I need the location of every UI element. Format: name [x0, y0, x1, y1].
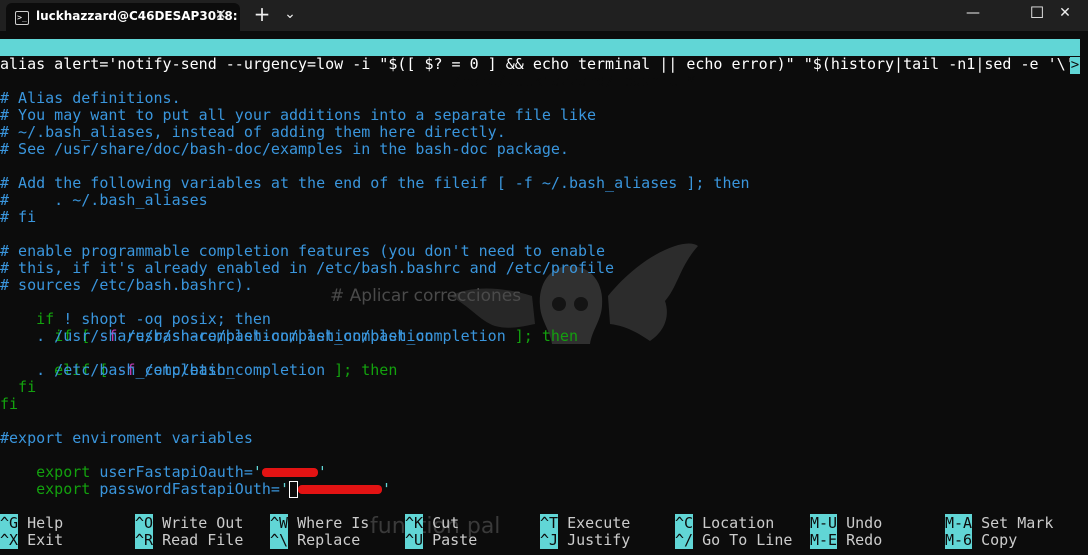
code-line: elif [ -f /etc/bash_completion ]; then	[0, 345, 397, 379]
tab-close-icon[interactable]: ✕	[215, 7, 227, 23]
window-title-bar: >_ luckhazzard@C46DESAP3018: ✕ + ⌄ — ☐ ✕	[0, 0, 1088, 31]
code-line: export passwordFastapiOuth=' '	[0, 464, 391, 498]
code-line: fi	[0, 395, 19, 413]
shortcut-exit[interactable]: ^X Exit	[0, 531, 63, 549]
minimize-button[interactable]: —	[950, 0, 996, 31]
terminal-area[interactable]: # Aplicar correcciones function pal GNU …	[0, 31, 1088, 555]
quote: '	[382, 480, 392, 498]
line-overflow-marker: >	[1070, 57, 1080, 74]
code-line: # fi	[0, 208, 37, 226]
shortcut-execute[interactable]: ^T Execute	[540, 514, 630, 532]
close-window-button[interactable]: ✕	[1042, 0, 1088, 31]
shortcut-copy[interactable]: M-6 Copy	[945, 531, 1017, 549]
code-line: #export enviroment variables	[0, 429, 253, 447]
quote: '	[279, 480, 289, 498]
code-line: # ~/.bash_aliases, instead of adding the…	[0, 123, 506, 141]
code-line: # See /usr/share/doc/bash-doc/examples i…	[0, 140, 569, 158]
shortcut-location[interactable]: ^C Location	[675, 514, 774, 532]
terminal-tab[interactable]: >_ luckhazzard@C46DESAP3018: ✕	[6, 3, 240, 31]
tab-title: luckhazzard@C46DESAP3018:	[36, 9, 238, 23]
watermark-text: # Aplicar correcciones	[330, 286, 522, 306]
shortcut-go-to-line[interactable]: ^/ Go To Line	[675, 531, 792, 549]
variable-name: passwordFastapiOuth=	[90, 480, 280, 498]
tab-dropdown-icon[interactable]: ⌄	[280, 0, 300, 31]
code-line: # this, if it's already enabled in /etc/…	[0, 259, 615, 277]
code-line: alias alert='notify-send --urgency=low -…	[0, 55, 1084, 73]
shortcut-cut[interactable]: ^K Cut	[405, 514, 459, 532]
code-line: # You may want to put all your additions…	[0, 106, 597, 124]
shortcut-help[interactable]: ^G Help	[0, 514, 63, 532]
code-text: ]; then	[505, 327, 578, 345]
shortcut-where-is[interactable]: ^W Where Is	[270, 514, 369, 532]
shortcut-justify[interactable]: ^J Justify	[540, 531, 630, 549]
shortcut-paste[interactable]: ^U Paste	[405, 531, 477, 549]
code-line: fi	[0, 378, 37, 396]
code-line: # . ~/.bash_aliases	[0, 191, 208, 209]
code-line: # Alias definitions.	[0, 89, 181, 107]
shortcut-redo[interactable]: M-E Redo	[810, 531, 882, 549]
nano-header-bar: GNU nano 6.2 /home/luckhazzard/.bashrc *	[0, 39, 1080, 90]
redacted-value	[298, 485, 382, 494]
terminal-icon: >_	[15, 11, 29, 25]
code-line: # Add the following variables at the end…	[0, 174, 750, 192]
text-cursor	[289, 481, 298, 498]
code-text: ]; then	[325, 361, 398, 379]
shortcut-set-mark[interactable]: M-A Set Mark	[945, 514, 1053, 532]
code-line: export userFastapiOauth=' '	[0, 447, 327, 481]
shortcut-write-out[interactable]: ^O Write Out	[135, 514, 243, 532]
code-line: . /etc/bash_completion	[0, 361, 235, 379]
keyword: export	[36, 480, 91, 498]
code-line: # enable programmable completion feature…	[0, 242, 606, 260]
shortcut-read-file[interactable]: ^R Read File	[135, 531, 243, 549]
code-line: # sources /etc/bash.bashrc).	[0, 276, 253, 294]
file-path: /home/luckhazzard/.bashrc *	[452, 72, 696, 90]
shortcut-replace[interactable]: ^\ Replace	[270, 531, 360, 549]
code-line: . /usr/share/bash-completion/bash_comple…	[0, 327, 434, 345]
shortcut-undo[interactable]: M-U Undo	[810, 514, 882, 532]
code-line: if ! shopt -oq posix; then	[0, 294, 271, 328]
new-tab-button[interactable]: +	[250, 0, 274, 31]
code-line: if [ -f /usr/share/bash-completion/bash_…	[0, 311, 578, 345]
